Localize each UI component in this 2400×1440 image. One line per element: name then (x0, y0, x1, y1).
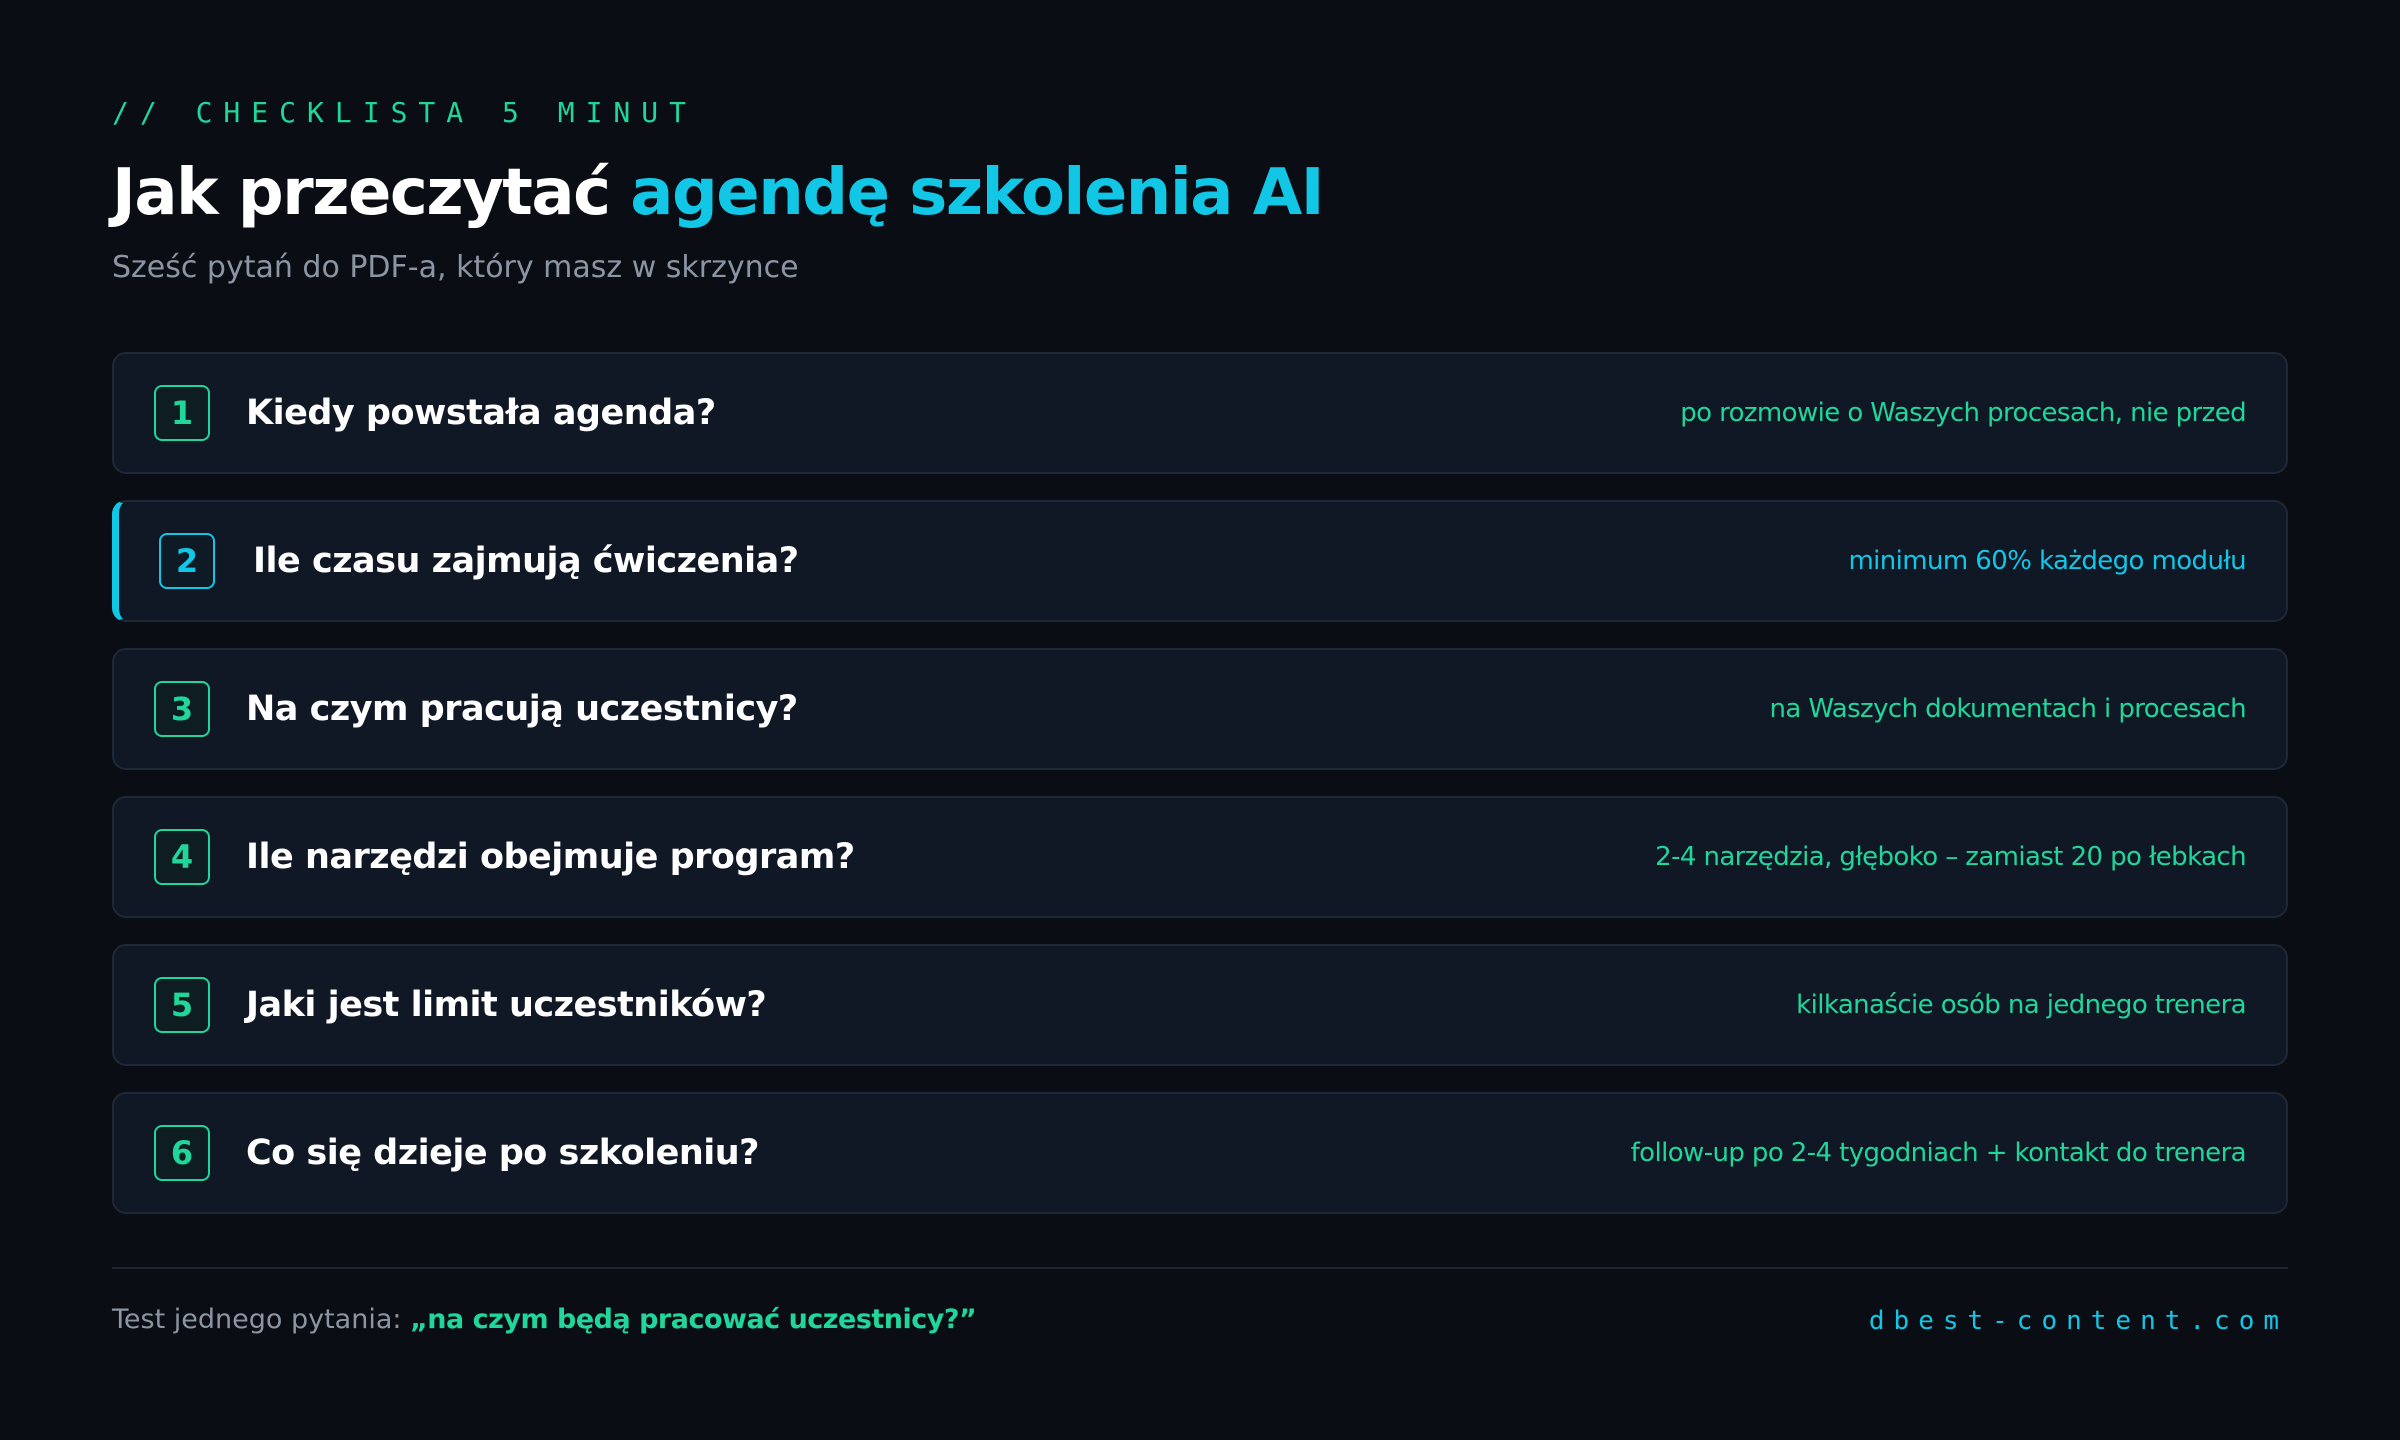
checklist-item-highlighted: 2 Ile czasu zajmują ćwiczenia? minimum 6… (112, 500, 2288, 622)
item-question: Jaki jest limit uczestników? (246, 985, 767, 1025)
footer-test-question: „na czym będą pracować uczestnicy?” (410, 1304, 977, 1335)
item-answer: 2-4 narzędzia, głęboko – zamiast 20 po ł… (1655, 842, 2246, 872)
checklist-item: 5 Jaki jest limit uczestników? kilkanaśc… (112, 944, 2288, 1066)
item-answer: na Waszych dokumentach i procesach (1769, 694, 2246, 724)
item-answer: follow-up po 2-4 tygodniach + kontakt do… (1630, 1138, 2247, 1168)
footer-test-label: Test jednego pytania: (112, 1304, 411, 1335)
page-title: Jak przeczytać agendę szkolenia AI (112, 150, 1325, 236)
item-number-badge: 6 (154, 1125, 210, 1181)
item-answer: minimum 60% każdego modułu (1848, 546, 2246, 576)
item-number-badge: 4 (154, 829, 210, 885)
item-question: Na czym pracują uczestnicy? (246, 689, 798, 729)
footer-site-link[interactable]: dbest-content.com (1869, 1306, 2288, 1336)
checklist-slide: // CHECKLISTA 5 MINUT Jak przeczytać age… (112, 0, 2288, 1440)
title-accent: agendę szkolenia AI (630, 156, 1324, 230)
footer-divider (112, 1267, 2288, 1269)
footer-test-note: Test jednego pytania: „na czym będą prac… (112, 1304, 977, 1335)
page-subtitle: Sześć pytań do PDF-a, który masz w skrzy… (112, 250, 799, 285)
item-question: Ile czasu zajmują ćwiczenia? (253, 541, 799, 581)
item-number-badge: 5 (154, 977, 210, 1033)
item-number-badge: 1 (154, 385, 210, 441)
item-number-badge: 2 (159, 533, 215, 589)
item-question: Ile narzędzi obejmuje program? (246, 837, 855, 877)
item-answer: po rozmowie o Waszych procesach, nie prz… (1680, 398, 2246, 428)
checklist-item: 3 Na czym pracują uczestnicy? na Waszych… (112, 648, 2288, 770)
checklist-item: 1 Kiedy powstała agenda? po rozmowie o W… (112, 352, 2288, 474)
checklist-item: 6 Co się dzieje po szkoleniu? follow-up … (112, 1092, 2288, 1214)
checklist-item: 4 Ile narzędzi obejmuje program? 2-4 nar… (112, 796, 2288, 918)
item-question: Co się dzieje po szkoleniu? (246, 1133, 760, 1173)
item-question: Kiedy powstała agenda? (246, 393, 716, 433)
eyebrow-label: // CHECKLISTA 5 MINUT (112, 96, 698, 129)
title-main: Jak przeczytać (112, 156, 631, 230)
item-answer: kilkanaście osób na jednego trenera (1796, 990, 2246, 1020)
item-number-badge: 3 (154, 681, 210, 737)
